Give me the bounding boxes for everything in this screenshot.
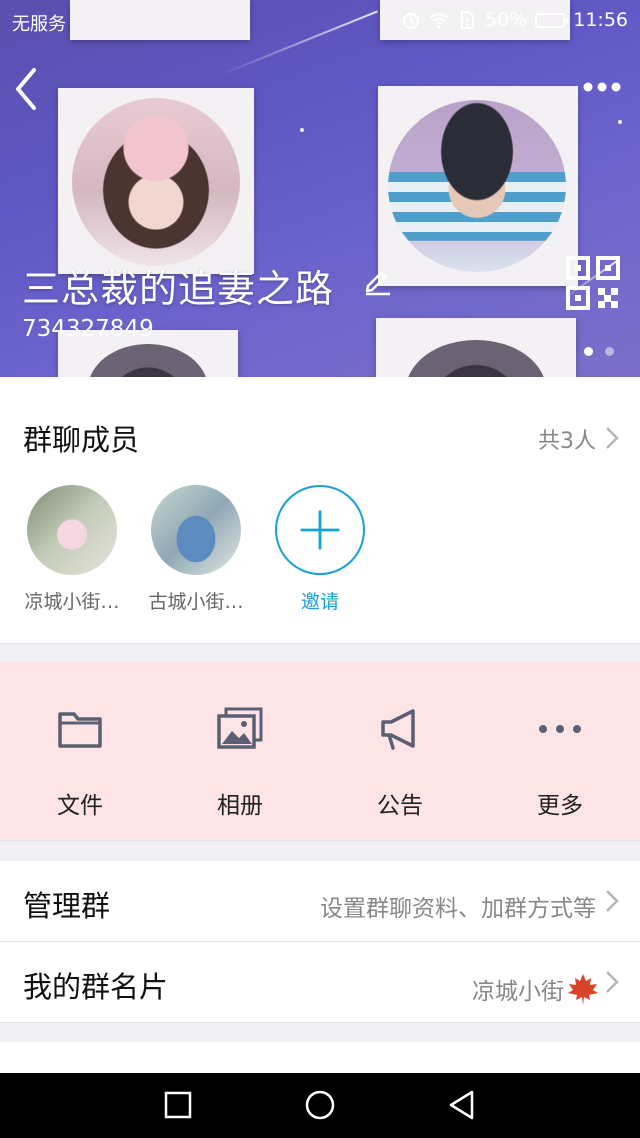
my-group-card-value: 凉城小街 xyxy=(472,979,564,1005)
chevron-right-icon xyxy=(606,971,619,993)
cover-photo-boy xyxy=(378,86,578,286)
recent-apps-icon[interactable] xyxy=(158,1087,198,1123)
cover-photo-girl xyxy=(58,88,254,274)
clock: 11:56 xyxy=(573,9,628,31)
dark-photo-image xyxy=(88,344,208,377)
tool-more[interactable]: 更多 xyxy=(480,662,640,840)
my-group-card-value-wrap: 凉城小街 xyxy=(472,972,600,1006)
manage-group-label: 管理群 xyxy=(23,889,111,923)
edit-name-icon[interactable] xyxy=(362,266,392,296)
group-id: 734327849 xyxy=(22,316,154,342)
star-decoration xyxy=(618,120,622,124)
members-count-link[interactable]: 共3人 xyxy=(538,423,596,455)
group-name: 三总裁的追妻之路 xyxy=(22,267,335,311)
invite-label: 邀请 xyxy=(300,591,339,613)
next-settings-row[interactable] xyxy=(0,1042,640,1073)
members-section: 群聊成员 共3人 凉城小街… 古城小街… 邀请 xyxy=(0,377,640,643)
album-icon xyxy=(217,707,263,749)
back-arrow-icon[interactable] xyxy=(10,64,50,114)
member-item[interactable]: 凉城小街… xyxy=(17,485,127,614)
battery-percent: 50% xyxy=(485,9,528,31)
member-name: 古城小街… xyxy=(148,591,244,613)
tool-label: 更多 xyxy=(537,793,583,819)
group-cover[interactable]: 无服务 50% 11:56 三总裁的追妻之路 734327849 xyxy=(0,0,640,377)
invite-circle[interactable] xyxy=(275,485,365,575)
my-group-card-row[interactable]: 我的群名片 凉城小街 xyxy=(0,942,640,1022)
wifi-icon xyxy=(429,13,449,29)
chevron-right-icon[interactable] xyxy=(604,425,620,451)
manage-group-row[interactable]: 管理群 设置群聊资料、加群方式等 xyxy=(0,861,640,941)
invite-member-button[interactable]: 邀请 xyxy=(265,485,375,614)
plus-icon xyxy=(300,510,340,550)
qr-code-icon[interactable] xyxy=(566,256,620,310)
group-tools-bar: 文件 相册 公告 更多 xyxy=(0,662,640,840)
avatar[interactable] xyxy=(151,485,241,575)
cover-photo-bottom xyxy=(376,318,576,377)
pagination-dot xyxy=(605,347,614,356)
tool-files[interactable]: 文件 xyxy=(0,662,160,840)
back-nav-icon[interactable] xyxy=(442,1087,482,1123)
cover-pagination xyxy=(584,347,614,356)
pagination-dot-active xyxy=(584,347,593,356)
tool-album[interactable]: 相册 xyxy=(160,662,320,840)
star-decoration xyxy=(300,128,304,132)
more-icon xyxy=(539,725,581,733)
battery-icon xyxy=(535,12,569,28)
avatar[interactable] xyxy=(27,485,117,575)
carrier-label: 无服务 xyxy=(12,14,66,35)
my-group-card-label: 我的群名片 xyxy=(23,970,169,1004)
tool-announcement[interactable]: 公告 xyxy=(320,662,480,840)
home-icon[interactable] xyxy=(300,1087,340,1123)
megaphone-icon xyxy=(381,709,415,750)
tool-label: 公告 xyxy=(377,793,423,819)
maple-leaf-icon xyxy=(568,974,598,1005)
divider xyxy=(0,643,640,644)
sim-alert-icon xyxy=(461,11,474,29)
status-bar: 无服务 50% 11:56 xyxy=(0,0,640,42)
member-item[interactable]: 古城小街… xyxy=(141,485,251,614)
tool-label: 相册 xyxy=(217,793,263,819)
chevron-right-icon xyxy=(606,890,619,912)
alarm-icon xyxy=(403,13,419,29)
more-options-icon[interactable] xyxy=(580,72,624,102)
system-nav-bar xyxy=(0,1073,640,1138)
divider xyxy=(0,1022,640,1023)
tool-label: 文件 xyxy=(57,793,103,819)
girl-photo-image xyxy=(72,98,240,266)
members-title: 群聊成员 xyxy=(23,423,140,457)
folder-icon xyxy=(58,712,102,748)
boy-photo-image xyxy=(388,100,566,272)
dark-photo-image xyxy=(406,340,546,377)
member-name: 凉城小街… xyxy=(24,591,120,613)
manage-group-value: 设置群聊资料、加群方式等 xyxy=(320,896,596,922)
divider xyxy=(0,840,640,841)
